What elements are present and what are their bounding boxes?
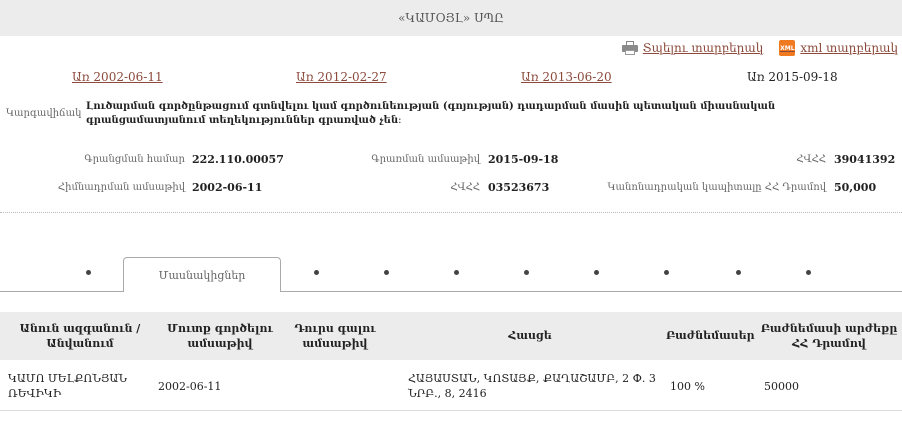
history-dates: Առ 2002-06-11 Առ 2012-02-27 Առ 2013-06-2… <box>0 70 902 86</box>
date-current: Առ 2015-09-18 <box>747 70 838 84</box>
found-date-label: Հիմնադրման ամսաթիվ <box>57 182 185 193</box>
table-header: Անուն ազգանուն / Անվանում Մուտք գործելու… <box>0 312 902 360</box>
header-address: Հասցե <box>508 329 552 342</box>
capital-value: 50,000 <box>834 181 877 194</box>
hvhh-label: ՀՎՀՀ <box>450 182 480 193</box>
header-share-value: Բաժնեմասի արժեքը ՀՀ Դրամով <box>760 322 898 350</box>
tab-dot-6[interactable] <box>524 270 529 275</box>
date-link-2013[interactable]: Առ 2013-06-20 <box>521 70 612 84</box>
date-link-2012[interactable]: Առ 2012-02-27 <box>296 70 387 84</box>
cell-name: ԿԱՄՈ ՄԵԼՔՈՆՅԱՆ ՌԵՎԻԿԻ <box>8 372 127 400</box>
tab-dot-10[interactable] <box>806 270 811 275</box>
reg-num-label: Գրանցման համար <box>84 154 185 165</box>
cell-share-value: 50000 <box>764 380 799 393</box>
xml-icon: XML <box>779 40 796 56</box>
cell-address: ՀԱՅԱՍՏԱՆ, ԿՈՏԱՅՔ, ՔԱՂԱՇԱՄԲ, 2 Փ. 3 ՆՐԲ.,… <box>408 372 656 400</box>
print-version-link[interactable]: Տպելու տարբերակ <box>621 41 764 55</box>
date-link-2002[interactable]: Առ 2002-06-11 <box>72 70 163 84</box>
reg-date-value: 2015-09-18 <box>488 153 559 166</box>
print-links: Տպելու տարբերակ XML xml տարբերակ <box>621 40 898 56</box>
table-row: ԿԱՄՈ ՄԵԼՔՈՆՅԱՆ ՌԵՎԻԿԻ 2002-06-11 ՀԱՅԱՍՏԱ… <box>0 361 902 411</box>
printer-icon <box>621 41 638 55</box>
header-entry-date: Մուտք գործելու ամսաթիվ <box>167 322 273 350</box>
tin-value: 39041392 <box>834 153 896 166</box>
tab-dot-8[interactable] <box>664 270 669 275</box>
tab-dot-7[interactable] <box>594 270 599 275</box>
tab-participants[interactable]: Մասնակիցներ <box>123 257 281 292</box>
cell-shares: 100 % <box>670 380 705 393</box>
xml-version-label: xml տարբերակ <box>800 41 898 55</box>
header-exit-date: Դուրս գալու ամսաթիվ <box>294 322 376 350</box>
separator <box>0 212 902 213</box>
xml-version-link[interactable]: XML xml տարբերակ <box>779 40 898 56</box>
status-label: Կարգավիճակ <box>6 108 82 119</box>
cell-entry-date: 2002-06-11 <box>158 380 222 393</box>
capital-label: Կանոնադրական կապիտալը ՀՀ Դրամով <box>607 182 826 193</box>
tab-dot-5[interactable] <box>454 270 459 275</box>
header-name: Անուն ազգանուն / Անվանում <box>19 322 141 350</box>
tab-dot-4[interactable] <box>384 270 389 275</box>
header-shares: Բաժնեմասեր <box>666 329 755 342</box>
reg-num-value: 222.110.00057 <box>192 153 284 166</box>
page-title: «ԿԱՄՕՅԼ» ՍՊԸ <box>0 0 902 36</box>
hvhh-value: 03523673 <box>488 181 550 194</box>
tab-dot-1[interactable] <box>86 270 91 275</box>
tab-dot-9[interactable] <box>736 270 741 275</box>
tab-dot-3[interactable] <box>314 270 319 275</box>
tin-label: ՀՎՀՀ <box>796 154 826 165</box>
found-date-value: 2002-06-11 <box>192 181 263 194</box>
status-value: Լուծարման գործընթացում գտնվելու կամ գործ… <box>86 101 776 126</box>
reg-date-label: Գրառման ամսաթիվ <box>371 154 480 165</box>
company-info: Գրանցման համար 222.110.00057 Գրառման ամս… <box>0 152 902 202</box>
print-version-label: Տպելու տարբերակ <box>642 41 764 55</box>
